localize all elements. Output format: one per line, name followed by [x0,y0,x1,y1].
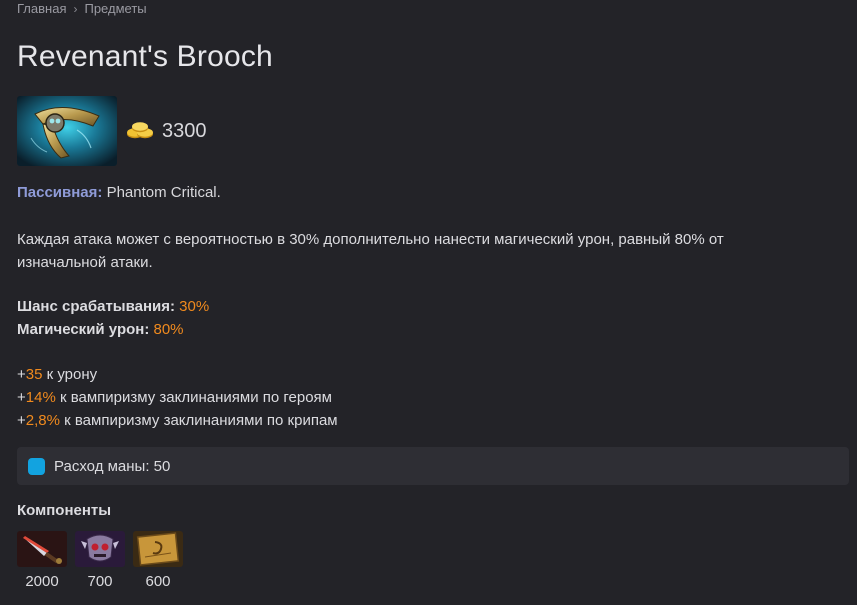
passive-label: Пассивная: [17,184,103,201]
ability-description: Каждая атака может с вероятностью в 30% … [17,231,724,271]
bonus-value: 14% [25,389,56,406]
breadcrumb-separator: › [73,1,78,16]
mana-cost-box: Расход маны: 50 [17,447,849,485]
price-value: 3300 [162,119,207,142]
stat-value: 30% [179,298,210,315]
mana-cost-text: Расход маны: 50 [54,457,171,475]
bonus-sign: + [17,366,26,383]
ability-stats: Шанс срабатывания: 30% Магический урон: … [17,295,209,341]
stat-row: Шанс срабатывания: 30% [17,295,209,318]
bonus-row: +2,8% к вампиризму заклинаниями по крипа… [17,409,338,432]
component-item[interactable]: 600 [133,531,183,590]
page-title: Revenant's Brooch [17,40,273,73]
components-list: 2000 700 600 [17,531,191,590]
recipe-scroll-icon[interactable] [133,531,183,567]
passive-name: Phantom Critical. [106,184,221,201]
gold-coins-icon [127,122,153,139]
breadcrumb: Главная › Предметы [17,1,147,16]
component-cost: 600 [145,573,171,590]
stat-label: Магический урон: [17,321,150,338]
bonus-text: к урону [42,366,98,383]
stat-row: Магический урон: 80% [17,318,209,341]
stat-label: Шанс срабатывания: [17,298,175,315]
bonus-sign: + [17,389,26,406]
component-cost: 700 [87,573,113,590]
bonus-row: +14% к вампиризму заклинаниями по героям [17,386,338,409]
item-header: 3300 [17,96,207,166]
component-item[interactable]: 2000 [17,531,67,590]
dagger-item-icon[interactable] [17,531,67,567]
stat-value: 80% [153,321,184,338]
bonus-value: 2,8% [25,412,60,429]
component-cost: 2000 [25,573,59,590]
bonus-value: 35 [25,366,43,383]
breadcrumb-home-link[interactable]: Главная [17,1,66,16]
mana-icon [28,457,45,475]
bonus-row: +35 к урону [17,363,338,386]
passive-ability: Пассивная: Phantom Critical. [17,184,221,201]
bonus-sign: + [17,412,26,429]
components-title: Компоненты [17,502,112,519]
bonus-text: к вампиризму заклинаниями по героям [55,389,332,406]
item-bonuses: +35 к урону +14% к вампиризму заклинания… [17,363,338,432]
item-price: 3300 [126,120,207,143]
bonus-text: к вампиризму заклинаниями по крипам [59,412,338,429]
skull-mask-item-icon[interactable] [75,531,125,567]
component-item[interactable]: 700 [75,531,125,590]
brooch-item-image [17,96,117,166]
breadcrumb-items-link[interactable]: Предметы [84,1,146,16]
